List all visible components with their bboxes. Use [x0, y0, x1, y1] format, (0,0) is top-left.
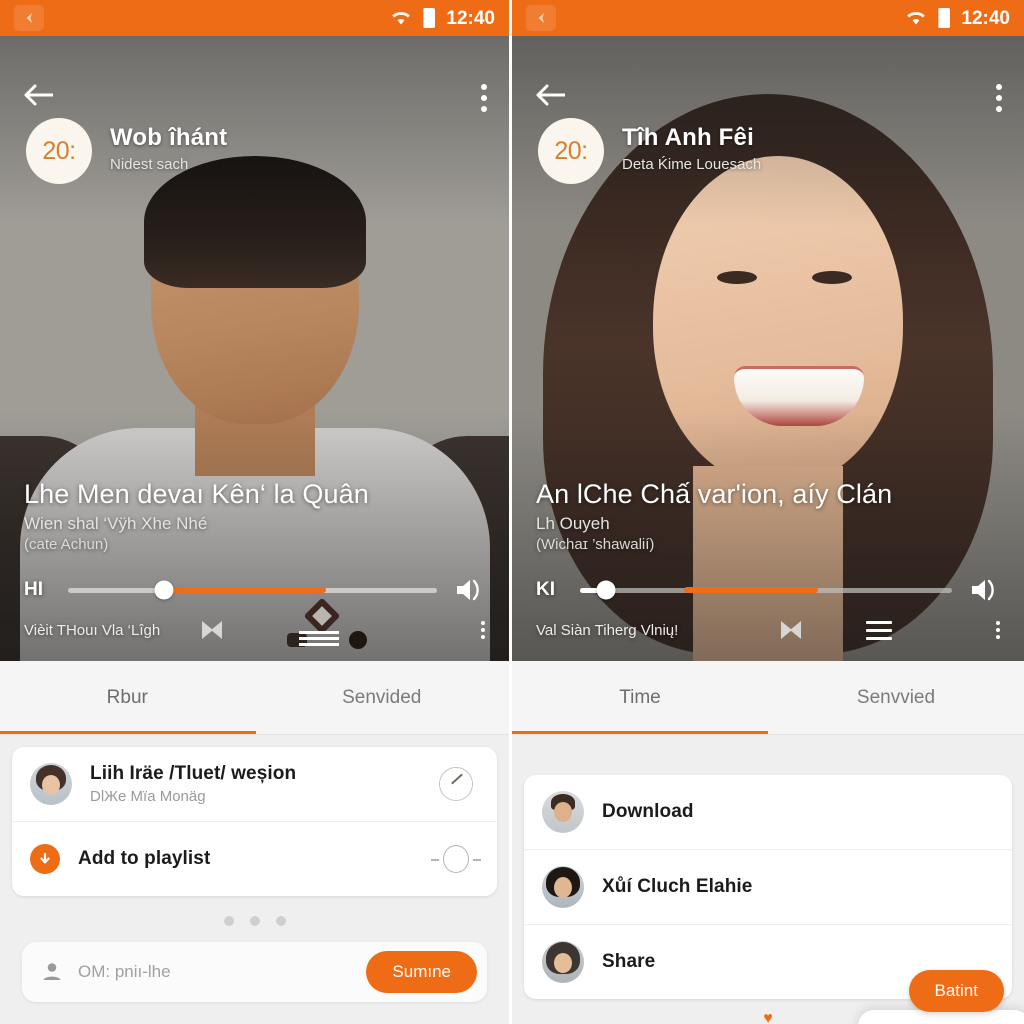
right-hero-topbar: [512, 80, 1024, 112]
left-hero-topbar: [0, 80, 509, 112]
right-tab-bar: Time Senvvied: [512, 661, 1024, 735]
avatar-badge-label: 20:: [554, 136, 588, 165]
batint-button[interactable]: Batint: [908, 970, 1004, 1012]
back-arrow-icon[interactable]: [22, 80, 58, 110]
left-content: Liih Iräe /Tluet/ weșion DlЖe Mїa Monäg: [0, 735, 509, 1024]
kebab-menu-icon[interactable]: [996, 80, 1002, 112]
clock-label: 12:40: [446, 7, 495, 29]
track-artist: Lh Ouyeh: [536, 514, 610, 533]
status-indicators-right: 12:40: [905, 8, 1010, 28]
list-item[interactable]: Liih Iräe /Tluet/ weșion DlЖe Mїa Monäg: [12, 747, 497, 822]
seek-thumb[interactable]: [596, 580, 616, 600]
track-note: (Wichaɪ ’shawalií): [536, 536, 655, 553]
track-note: (cate Achun): [24, 536, 109, 553]
page-subtitle: Nidest sach: [110, 156, 189, 173]
left-hero-identity: 20: Wob îhánt Nidest sach: [26, 118, 469, 184]
back-arrow-icon[interactable]: [534, 80, 570, 110]
page-title: Tîh Anh Fêi: [622, 124, 754, 151]
elapsed-label: Vièit THouı Vla ‘Lîgh: [24, 621, 161, 639]
left-composer[interactable]: Sumıne: [22, 942, 487, 1002]
tab-indicator: [0, 731, 256, 734]
search-input[interactable]: [78, 962, 353, 982]
seek-label: HI: [24, 579, 43, 600]
tab-indicator: [512, 731, 768, 734]
more-options-icon[interactable]: [481, 621, 485, 639]
left-tab-bar: Rbur Senvided: [0, 661, 509, 735]
back-chevron-icon[interactable]: [526, 5, 556, 31]
list-item-title: Download: [602, 801, 694, 822]
list-item-subtitle: DlЖe Mїa Monäg: [90, 788, 206, 805]
clock-label: 12:40: [961, 7, 1010, 29]
heart-icon[interactable]: ♥: [763, 1010, 773, 1024]
tab-senvvied[interactable]: Senvvied: [768, 661, 1024, 734]
avatar: [542, 941, 584, 983]
back-chevron-icon[interactable]: [14, 5, 44, 31]
list-item[interactable]: Add to playlist: [12, 822, 497, 896]
seek-slider[interactable]: [580, 580, 952, 600]
wifi-icon: [392, 11, 411, 25]
list-item[interactable]: Xůí Cluch Elahie: [524, 850, 1012, 925]
tab-rbur[interactable]: Rbur: [0, 661, 255, 734]
volume-icon[interactable]: [451, 575, 485, 605]
tab-senvided[interactable]: Senvided: [255, 661, 510, 734]
right-list-card: Download Xůí Cluch Elahie Share: [524, 775, 1012, 999]
kebab-menu-icon[interactable]: [481, 80, 487, 112]
page-subtitle: Deta Ḱime Louesach: [622, 156, 762, 173]
avatar: [542, 866, 584, 908]
right-transport-row: Val Siàn Tiherg Vlnių!: [536, 613, 1000, 647]
next-track-icon[interactable]: [195, 615, 229, 645]
battery-icon: [423, 8, 436, 28]
list-item-title: Add to playlist: [78, 848, 211, 869]
status-bar-right: 12:40: [512, 0, 1024, 36]
avatar: 20:: [26, 118, 92, 184]
left-seek-row: HI: [24, 577, 485, 603]
seek-fill: [684, 587, 819, 593]
avatar: 20:: [538, 118, 604, 184]
left-phone-screen: 12:40 20: Wob îhánt Nidest sach Lhe Men …: [0, 0, 512, 1024]
left-transport-row: Vièit THouı Vla ‘Lîgh: [24, 597, 485, 649]
right-video-hero[interactable]: 20: Tîh Anh Fêi Deta Ḱime Louesach An lC…: [512, 36, 1024, 661]
seek-fill: [163, 587, 327, 593]
submit-button[interactable]: Sumıne: [366, 951, 477, 993]
avatar: [30, 763, 72, 805]
left-list-card: Liih Iräe /Tluet/ weșion DlЖe Mїa Monäg: [12, 747, 497, 896]
tab-time[interactable]: Time: [512, 661, 768, 734]
wifi-icon: [907, 11, 926, 25]
pager-dots[interactable]: [12, 916, 497, 926]
status-bar-left: 12:40: [0, 0, 509, 36]
volume-icon[interactable]: [966, 575, 1000, 605]
seek-label: KI: [536, 579, 555, 600]
toggle-icon[interactable]: [431, 845, 481, 873]
person-icon: [43, 963, 61, 980]
seek-thumb[interactable]: [154, 580, 174, 600]
right-phone-screen: 12:40 20: Tîh Anh Fêi Deta Ḱime Louesach…: [512, 0, 1024, 1024]
comparison-stage: 12:40 20: Wob îhánt Nidest sach Lhe Men …: [0, 0, 1024, 1024]
right-seek-row: KI: [536, 577, 1000, 603]
queue-list-icon[interactable]: [287, 597, 377, 653]
left-now-playing: Lhe Men devaı Kên‘ la Quân Wien shal ‘Vÿ…: [0, 479, 509, 661]
track-title: An lChe Chấ var'ion, aíy Clán: [536, 479, 893, 509]
battery-icon: [938, 8, 951, 28]
list-item-title: Liih Iräe /Tluet/ weșion: [90, 763, 297, 784]
queue-list-icon[interactable]: [866, 620, 892, 640]
elapsed-label: Val Siàn Tiherg Vlnių!: [536, 621, 679, 639]
seek-slider[interactable]: [68, 580, 437, 600]
page-title: Wob îhánt: [110, 124, 228, 151]
right-hero-identity: 20: Tîh Anh Fêi Deta Ḱime Louesach: [538, 118, 984, 184]
right-now-playing: An lChe Chấ var'ion, aíy Clán Lh Ouyeh (…: [512, 479, 1024, 661]
floating-play-menu[interactable]: Nenth: [858, 1010, 1024, 1024]
track-title: Lhe Men devaı Kên‘ la Quân: [24, 479, 369, 509]
edit-pencil-circle-icon[interactable]: [433, 767, 479, 801]
avatar: [542, 791, 584, 833]
more-options-icon[interactable]: [996, 621, 1000, 639]
right-content: Download Xůí Cluch Elahie Share ♥ Batint: [512, 735, 1024, 1024]
list-item-title: Xůí Cluch Elahie: [602, 876, 753, 897]
avatar-badge-label: 20:: [42, 136, 76, 165]
list-item[interactable]: Download: [524, 775, 1012, 850]
next-track-icon[interactable]: [774, 615, 808, 645]
left-video-hero[interactable]: 20: Wob îhánt Nidest sach Lhe Men devaı …: [0, 36, 509, 661]
status-indicators-left: 12:40: [390, 8, 495, 28]
download-badge-icon: [30, 844, 60, 874]
track-artist: Wien shal ‘Vÿh Xhe Nhé: [24, 514, 208, 533]
